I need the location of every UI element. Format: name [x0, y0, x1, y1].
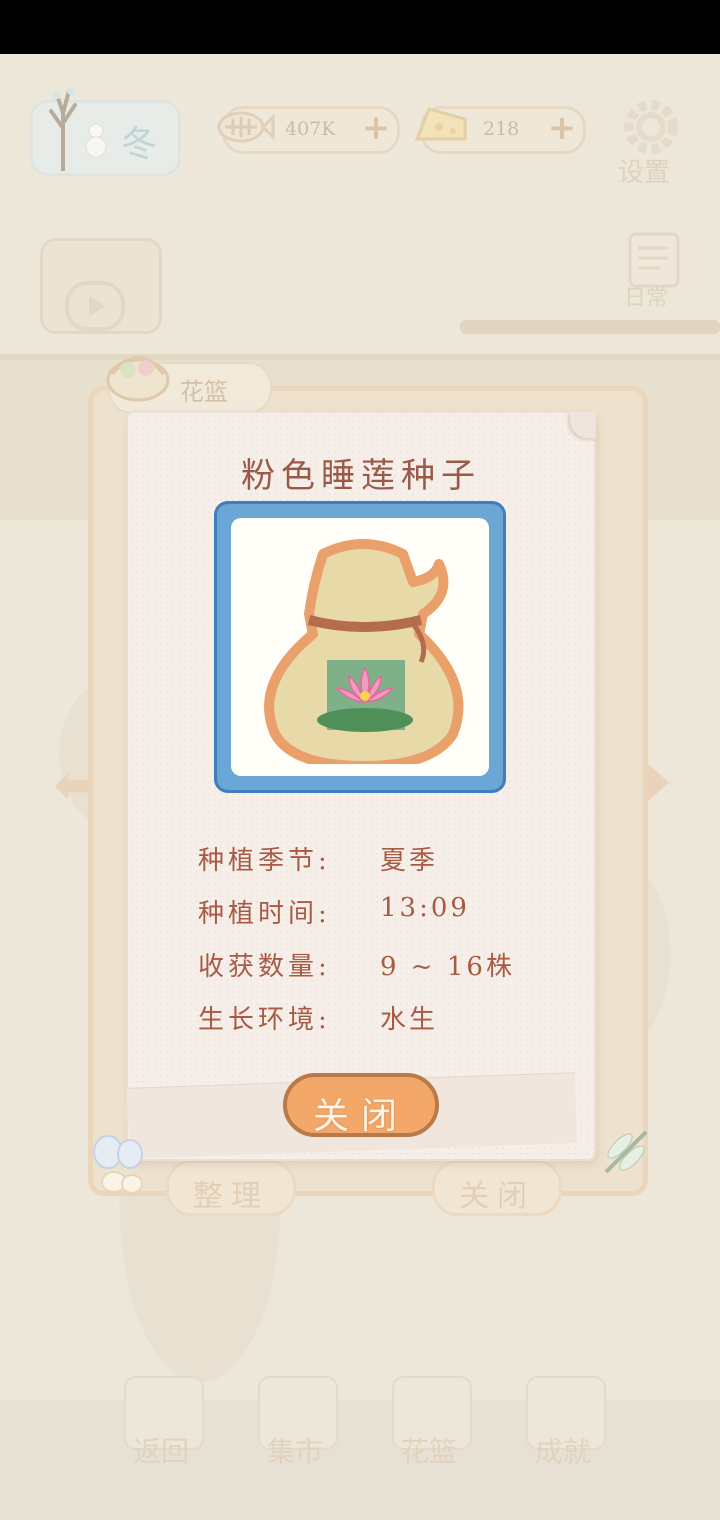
butterfly-icon: [93, 1135, 143, 1194]
item-title: 粉色睡莲种子: [241, 456, 481, 496]
close-button[interactable]: 关闭: [283, 1073, 439, 1137]
item-image-background: [231, 518, 489, 776]
dragonfly-icon: [604, 1130, 648, 1174]
season-row-value: 夏季: [380, 846, 439, 876]
season-row-label: 种植季节:: [198, 846, 331, 876]
time-row-value: 13:09: [380, 893, 470, 923]
status-bar: [0, 0, 720, 54]
environment-row-value: 水生: [380, 1005, 439, 1035]
time-row-label: 种植时间:: [198, 899, 331, 929]
yield-row-value: 9 ~ 16株: [380, 952, 515, 982]
yield-row-label: 收获数量:: [198, 952, 331, 982]
item-image-frame: [214, 501, 506, 793]
environment-row-label: 生长环境:: [198, 1005, 331, 1035]
close-button-label: 关闭: [312, 1096, 409, 1137]
seed-bag-icon: [264, 539, 464, 764]
